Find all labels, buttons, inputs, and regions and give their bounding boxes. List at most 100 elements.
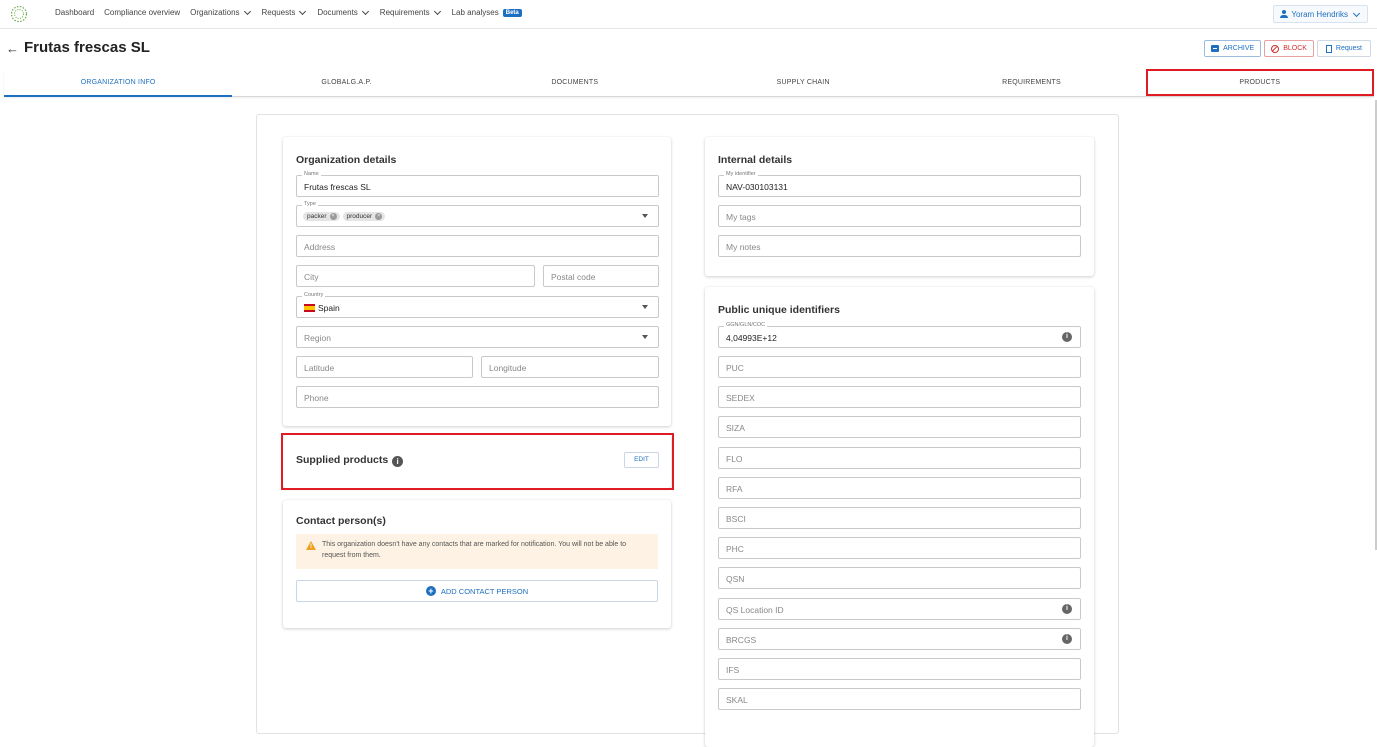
internal-details-card: Internal details My identifier NAV-03010… [705, 137, 1094, 276]
field-placeholder: Address [304, 242, 336, 252]
field-value: 4,04993E+12 [726, 333, 777, 343]
warning-icon [306, 541, 316, 553]
ggn-gln-coc-field[interactable]: GGN/GLN/COC 4,04993E+12 i [718, 322, 1081, 348]
header-actions: ARCHIVE BLOCK Request [1204, 40, 1371, 57]
identifier-field-skal[interactable]: SKAL [718, 688, 1081, 711]
field-placeholder: City [304, 272, 319, 282]
identifier-field-brcgs[interactable]: BRCGS i [718, 627, 1081, 650]
city-field[interactable]: City [296, 265, 535, 287]
field-label: Type [302, 201, 318, 207]
remove-chip-icon[interactable]: × [375, 213, 383, 220]
warning-banner: This organization doesn't have any conta… [296, 534, 658, 569]
user-menu-button[interactable]: Yoram Hendriks [1273, 5, 1368, 23]
highlight-box [281, 433, 674, 490]
archive-button[interactable]: ARCHIVE [1204, 40, 1262, 57]
tab-supply-chain[interactable]: SUPPLY CHAIN [689, 69, 917, 96]
type-chip-producer: producer × [342, 212, 386, 221]
field-placeholder: QS Location ID [726, 604, 784, 615]
field-placeholder: BSCI [726, 514, 746, 524]
name-field[interactable]: Name Frutas frescas SL [296, 171, 659, 197]
add-contact-person-button[interactable]: + ADD CONTACT PERSON [296, 580, 658, 602]
main-panel: Organization details Name Frutas frescas… [256, 114, 1119, 747]
my-identifier-field[interactable]: My identifier NAV-030103131 [718, 171, 1081, 197]
contact-persons-card: Contact person(s) This organization does… [283, 500, 671, 628]
tab-requirements[interactable]: REQUIREMENTS [917, 69, 1145, 96]
field-label: My identifier [724, 171, 758, 177]
phone-field[interactable]: Phone [296, 386, 659, 408]
identifier-field-puc[interactable]: PUC [718, 356, 1081, 378]
tab-organization-info[interactable]: ORGANIZATION INFO [4, 69, 233, 97]
block-button[interactable]: BLOCK [1264, 40, 1314, 57]
nav-requirements[interactable]: Requirements [380, 7, 442, 17]
card-title: Public unique identifiers [718, 304, 840, 316]
identifier-field-qs-location-id[interactable]: QS Location ID i [718, 597, 1081, 620]
dropdown-arrow-icon[interactable] [642, 305, 648, 309]
info-icon[interactable]: i [1062, 332, 1072, 342]
field-placeholder: SEDEX [726, 393, 755, 404]
identifier-field-qsn[interactable]: QSN [718, 567, 1081, 590]
field-placeholder: IFS [726, 665, 740, 675]
info-icon[interactable]: i [1062, 633, 1072, 644]
address-field[interactable]: Address [296, 235, 659, 257]
identifier-field-siza[interactable]: SIZA [718, 416, 1081, 439]
longitude-field[interactable]: Longitude [481, 356, 659, 378]
nav-documents[interactable]: Documents [317, 7, 369, 17]
tab-globalgap[interactable]: GLOBALG.A.P. [232, 69, 460, 96]
identifier-field-flo[interactable]: FLO [718, 446, 1081, 469]
field-label: Name [302, 171, 321, 177]
field-placeholder: Phone [304, 393, 329, 403]
latitude-field[interactable]: Latitude [296, 356, 473, 378]
field-placeholder: Postal code [551, 272, 596, 282]
request-button[interactable]: Request [1316, 40, 1371, 57]
chevron-down-icon [433, 7, 441, 16]
type-select[interactable]: Type packer × producer × [296, 201, 659, 227]
chevron-down-icon [361, 7, 369, 16]
country-select[interactable]: Country Spain [296, 292, 659, 318]
my-notes-field[interactable]: My notes [718, 235, 1081, 257]
field-placeholder: PHC [726, 544, 744, 555]
add-circle-icon: + [425, 586, 436, 596]
chevron-down-icon [243, 7, 251, 16]
spain-flag-icon [304, 304, 315, 312]
user-name: Yoram Hendriks [1291, 9, 1348, 19]
field-placeholder: Latitude [304, 363, 335, 373]
card-title: Contact person(s) [296, 515, 386, 527]
field-placeholder: My notes [726, 242, 761, 252]
region-select[interactable]: Region [296, 326, 659, 348]
postal-code-field[interactable]: Postal code [543, 265, 659, 287]
identifier-field-ifs[interactable]: IFS [718, 658, 1081, 680]
type-chips: packer × producer × [303, 212, 388, 221]
organization-details-card: Organization details Name Frutas frescas… [283, 137, 671, 426]
card-title: Organization details [296, 154, 397, 166]
nav-compliance-overview[interactable]: Compliance overview [104, 8, 180, 17]
public-identifiers-card: Public unique identifiers GGN/GLN/COC 4,… [705, 287, 1094, 747]
nav-requests[interactable]: Requests [262, 7, 308, 17]
info-icon[interactable]: i [1062, 603, 1072, 614]
nav-organizations[interactable]: Organizations [190, 7, 251, 17]
nav-lab-analyses[interactable]: Lab analyses Beta [452, 8, 522, 17]
identifier-field-bsci[interactable]: BSCI [718, 507, 1081, 529]
field-label: GGN/GLN/COC [724, 322, 768, 328]
tab-products[interactable]: PRODUCTS [1145, 69, 1374, 96]
main-menu: Dashboard Compliance overview Organizati… [55, 7, 522, 17]
field-placeholder: PUC [726, 363, 744, 373]
remove-chip-icon[interactable]: × [329, 213, 337, 220]
archive-icon [1211, 45, 1220, 52]
tab-bar: ORGANIZATION INFO GLOBALG.A.P. DOCUMENTS… [4, 69, 1374, 97]
tab-documents[interactable]: DOCUMENTS [461, 69, 689, 96]
dropdown-arrow-icon[interactable] [642, 335, 648, 339]
top-navbar: Dashboard Compliance overview Organizati… [0, 0, 1377, 29]
my-tags-field[interactable]: My tags [718, 205, 1081, 227]
nav-dashboard[interactable]: Dashboard [55, 8, 94, 17]
beta-badge: Beta [502, 8, 522, 17]
field-placeholder: FLO [726, 453, 743, 464]
dropdown-arrow-icon[interactable] [642, 214, 648, 218]
logo-icon[interactable] [9, 4, 29, 24]
identifier-field-sedex[interactable]: SEDEX [718, 386, 1081, 409]
page-title: Frutas frescas SL [24, 39, 150, 56]
back-arrow-icon[interactable]: ← [6, 41, 19, 56]
card-title: Internal details [718, 154, 793, 166]
identifier-field-phc[interactable]: PHC [718, 537, 1081, 560]
warning-text: This organization doesn't have any conta… [322, 541, 627, 559]
identifier-field-rfa[interactable]: RFA [718, 476, 1081, 499]
